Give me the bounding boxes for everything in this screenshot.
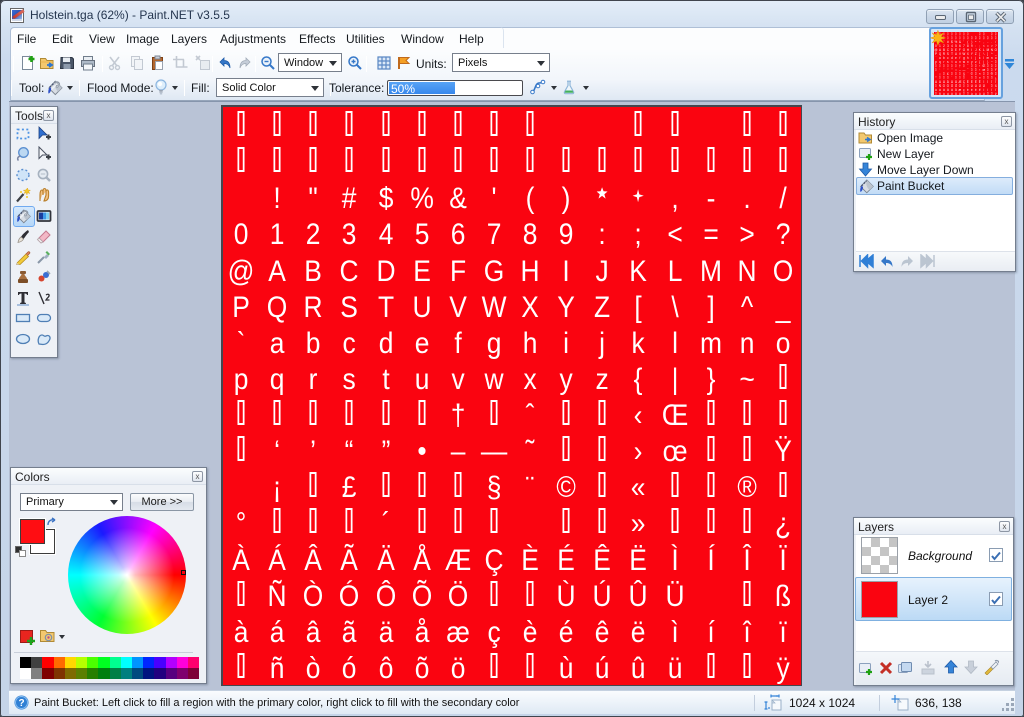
svg-text:?: ? bbox=[18, 698, 24, 709]
